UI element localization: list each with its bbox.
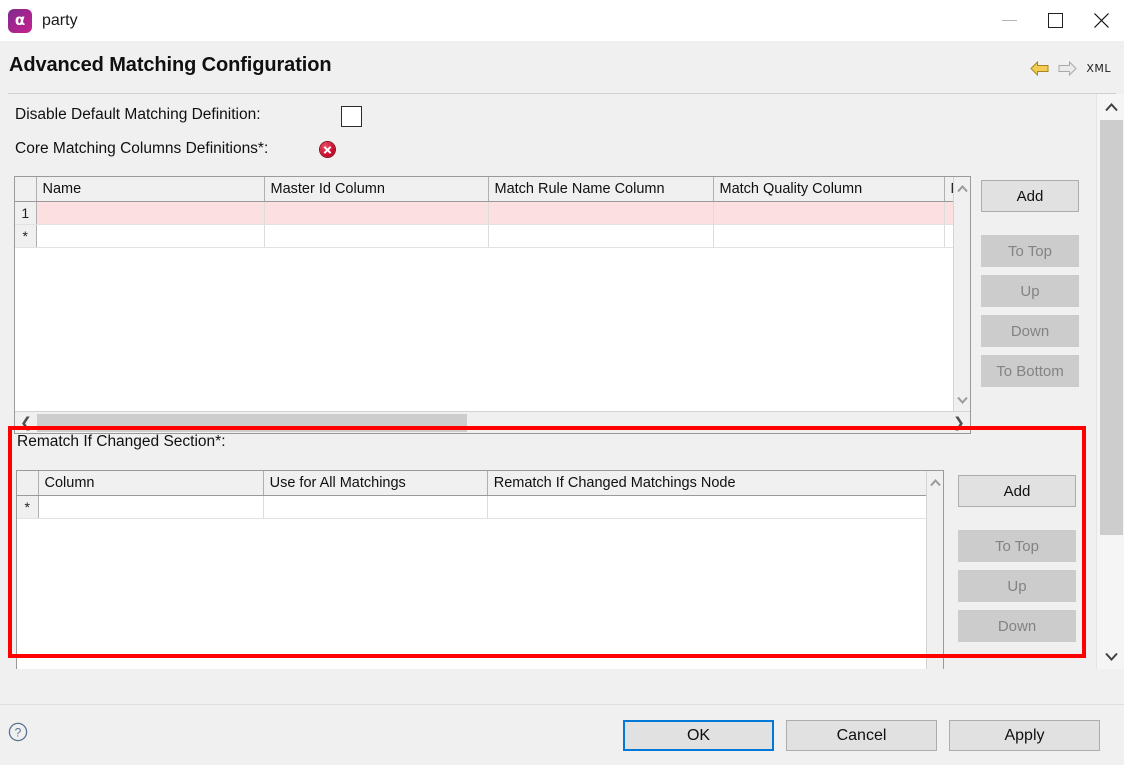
column-header-match-rule[interactable]: Match Rule Name Column bbox=[488, 177, 714, 202]
core-to-bottom-button: To Bottom bbox=[981, 355, 1079, 387]
scroll-up-icon bbox=[1104, 102, 1118, 111]
main-scroll-up-button[interactable] bbox=[1097, 94, 1124, 120]
rematch-to-top-button: To Top bbox=[958, 530, 1076, 562]
core-table-hscroll-track[interactable] bbox=[37, 412, 948, 434]
scroll-up-icon bbox=[957, 184, 968, 192]
core-matching-columns-label: Core Matching Columns Definitions*: bbox=[15, 140, 269, 157]
rematch-table-scroll-up-button[interactable] bbox=[927, 474, 943, 491]
column-header-name[interactable]: Name bbox=[36, 177, 265, 202]
apply-button[interactable]: Apply bbox=[949, 720, 1100, 751]
page-title: Advanced Matching Configuration bbox=[9, 54, 332, 76]
column-header-match-quality[interactable]: Match Quality Column bbox=[713, 177, 945, 202]
scroll-down-icon bbox=[957, 396, 968, 404]
window-title: party bbox=[42, 11, 78, 29]
core-add-button[interactable]: Add bbox=[981, 180, 1079, 212]
column-header-use-for-all[interactable]: Use for All Matchings bbox=[263, 471, 488, 496]
row-header-corner bbox=[15, 177, 37, 202]
cell-match-rule[interactable] bbox=[488, 201, 714, 225]
cell-rematch-node[interactable] bbox=[487, 495, 929, 519]
forward-arrow-icon[interactable] bbox=[1058, 61, 1078, 76]
app-icon-glyph: α bbox=[14, 11, 26, 29]
rematch-table[interactable]: Column Use for All Matchings Rematch If … bbox=[16, 470, 944, 669]
core-to-top-button: To Top bbox=[981, 235, 1079, 267]
dialog-window: α party Advanced Matching Configuration bbox=[0, 0, 1124, 765]
table-row-new[interactable]: * bbox=[17, 495, 929, 519]
core-down-button: Down bbox=[981, 315, 1079, 347]
svg-text:?: ? bbox=[15, 725, 22, 739]
new-row-marker[interactable]: * bbox=[15, 224, 37, 248]
main-scroll-down-button[interactable] bbox=[1097, 643, 1124, 669]
app-alpha-icon: α bbox=[8, 8, 32, 33]
disable-default-matching-label: Disable Default Matching Definition: bbox=[15, 106, 261, 123]
error-badge-icon bbox=[320, 142, 335, 157]
rematch-table-vertical-scrollbar[interactable] bbox=[926, 471, 943, 669]
close-button[interactable] bbox=[1078, 0, 1124, 41]
minimize-icon bbox=[1001, 20, 1017, 21]
help-icon[interactable]: ? bbox=[8, 722, 28, 742]
header-toolbar: XML bbox=[1030, 61, 1111, 76]
rematch-table-grid: Column Use for All Matchings Rematch If … bbox=[17, 471, 929, 519]
core-table-scroll-up-button[interactable] bbox=[954, 180, 970, 197]
maximize-button[interactable] bbox=[1032, 0, 1078, 41]
close-icon bbox=[1093, 13, 1109, 28]
ok-button[interactable]: OK bbox=[623, 720, 774, 751]
title-bar: α party bbox=[0, 0, 1124, 41]
main-vertical-scrollbar[interactable] bbox=[1096, 94, 1124, 669]
cell-match-quality[interactable] bbox=[713, 224, 945, 248]
rematch-section-label: Rematch If Changed Section*: bbox=[17, 433, 226, 450]
cell-master-id[interactable] bbox=[264, 224, 489, 248]
core-table-scroll-down-button[interactable] bbox=[954, 391, 970, 408]
back-arrow-icon[interactable] bbox=[1030, 61, 1049, 76]
scroll-down-icon bbox=[1104, 652, 1118, 661]
rematch-up-button: Up bbox=[958, 570, 1076, 602]
xml-link[interactable]: XML bbox=[1086, 62, 1111, 75]
scroll-up-icon bbox=[930, 478, 941, 486]
column-header-column[interactable]: Column bbox=[38, 471, 264, 496]
maximize-icon bbox=[1047, 13, 1063, 28]
table-row[interactable]: 1 bbox=[15, 201, 970, 225]
cell-match-quality[interactable] bbox=[713, 201, 945, 225]
page-header: Advanced Matching Configuration XML bbox=[0, 41, 1124, 94]
rematch-down-button: Down bbox=[958, 610, 1076, 642]
core-table-vertical-scrollbar[interactable] bbox=[953, 177, 970, 411]
core-matching-table[interactable]: Name Master Id Column Match Rule Name Co… bbox=[14, 176, 971, 434]
column-header-rematch-node[interactable]: Rematch If Changed Matchings Node bbox=[487, 471, 929, 496]
main-scroll-thumb[interactable] bbox=[1100, 120, 1123, 535]
cell-use-for-all[interactable] bbox=[263, 495, 488, 519]
column-header-master-id[interactable]: Master Id Column bbox=[264, 177, 489, 202]
table-row-new[interactable]: * bbox=[15, 224, 970, 248]
core-table-scroll-right-button[interactable]: ❯ bbox=[948, 412, 970, 434]
new-row-marker[interactable]: * bbox=[17, 495, 39, 519]
core-table-scroll-left-button[interactable]: ❮ bbox=[15, 412, 37, 434]
minimize-button[interactable] bbox=[986, 0, 1032, 41]
rematch-add-button[interactable]: Add bbox=[958, 475, 1076, 507]
cell-name[interactable] bbox=[36, 201, 265, 225]
dialog-content: Disable Default Matching Definition: Cor… bbox=[0, 94, 1096, 669]
cell-master-id[interactable] bbox=[264, 201, 489, 225]
row-header-corner bbox=[17, 471, 39, 496]
cancel-button[interactable]: Cancel bbox=[786, 720, 937, 751]
cell-name[interactable] bbox=[36, 224, 265, 248]
cell-match-rule[interactable] bbox=[488, 224, 714, 248]
core-table-hscroll-thumb[interactable] bbox=[37, 413, 467, 432]
core-up-button: Up bbox=[981, 275, 1079, 307]
row-header-cell[interactable]: 1 bbox=[15, 201, 37, 225]
table-header-row: Column Use for All Matchings Rematch If … bbox=[17, 471, 929, 496]
core-table-horizontal-scrollbar[interactable]: ❮ ❯ bbox=[15, 411, 970, 433]
window-controls bbox=[986, 0, 1124, 41]
core-matching-table-grid: Name Master Id Column Match Rule Name Co… bbox=[15, 177, 970, 248]
footer-divider bbox=[0, 704, 1124, 705]
table-header-row: Name Master Id Column Match Rule Name Co… bbox=[15, 177, 970, 202]
disable-default-matching-checkbox[interactable] bbox=[341, 106, 362, 127]
cell-column[interactable] bbox=[38, 495, 264, 519]
